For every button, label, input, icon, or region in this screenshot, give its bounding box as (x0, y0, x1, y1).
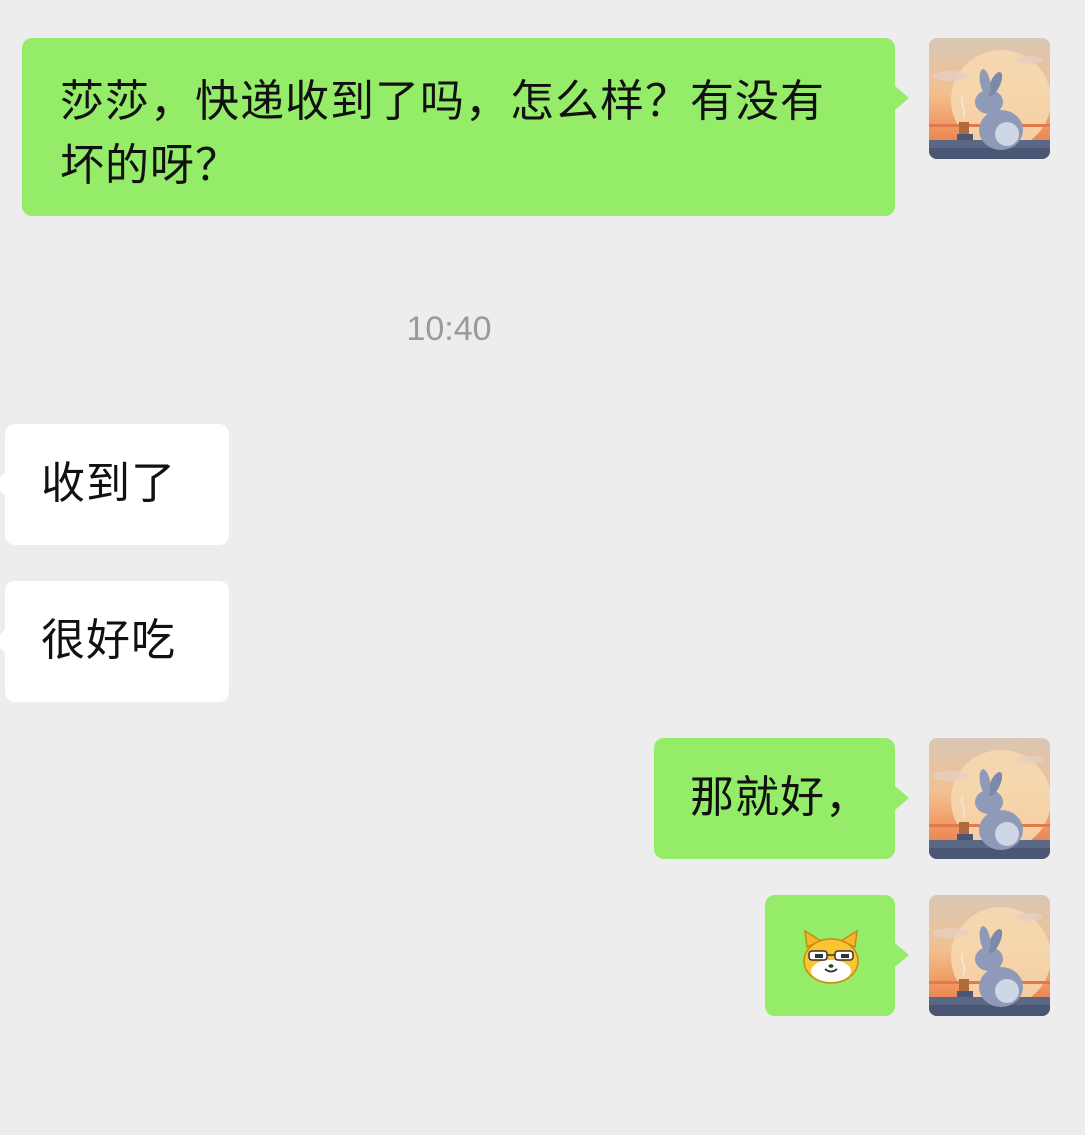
cat-sunglasses-emoji-icon (803, 929, 859, 984)
message-bubble-outgoing[interactable]: 那就好， (654, 738, 895, 859)
bubble-tail (895, 943, 909, 967)
bunny-sunset-avatar-icon (929, 38, 1050, 159)
avatar[interactable] (929, 38, 1050, 159)
message-text: 收到了 (41, 458, 176, 509)
bubble-tail (895, 86, 909, 110)
timestamp: 10:40 (406, 310, 492, 348)
avatar[interactable] (929, 895, 1050, 1016)
avatar[interactable] (929, 738, 1050, 859)
message-text: 很好吃 (41, 615, 176, 666)
bunny-sunset-avatar-icon (929, 738, 1050, 859)
message-bubble-incoming[interactable]: 收到了 (5, 424, 229, 545)
message-bubble-incoming[interactable]: 很好吃 (5, 581, 229, 702)
message-text: 莎莎，快递收到了吗，怎么样？有没有坏的呀？ (60, 76, 825, 191)
bunny-sunset-avatar-icon (929, 895, 1050, 1016)
message-text: 那就好， (690, 772, 870, 823)
message-bubble-outgoing[interactable] (765, 895, 895, 1016)
message-bubble-outgoing[interactable]: 莎莎，快递收到了吗，怎么样？有没有坏的呀？ (22, 38, 895, 216)
bubble-tail (895, 786, 909, 810)
